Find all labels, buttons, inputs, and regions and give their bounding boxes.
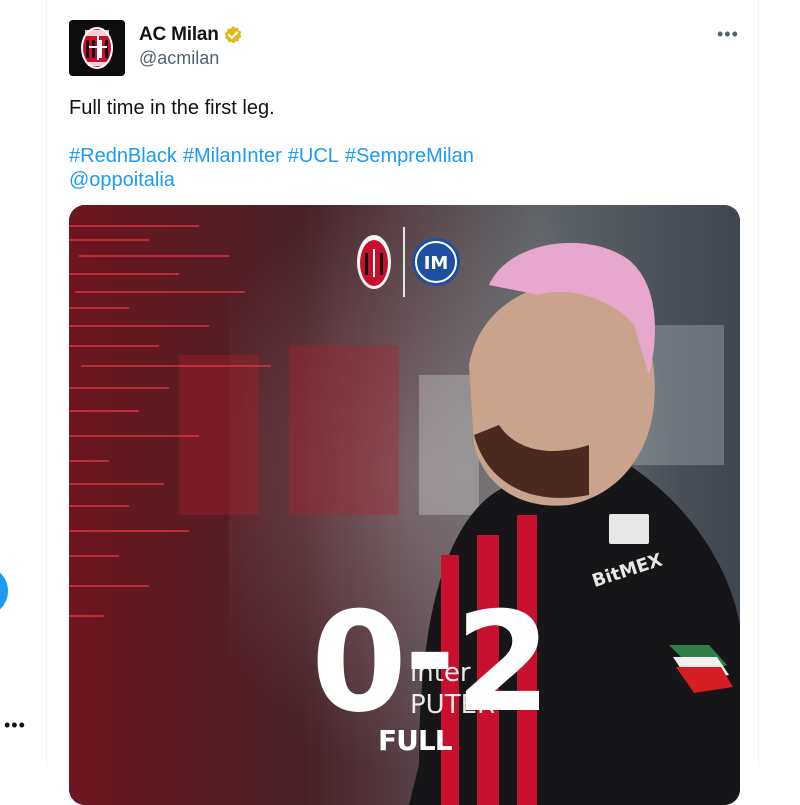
matchday-photo: IM 0 - 2 BitMEX inter PUTER [69, 205, 740, 805]
more-options-icon[interactable]: ••• [717, 24, 739, 45]
shirt-lettering: inter [410, 658, 471, 688]
ac-milan-crest-icon [357, 235, 391, 289]
tweet-text: Full time in the first leg. [69, 97, 275, 119]
hashtag-link[interactable]: #SempreMilan [345, 145, 474, 167]
tweet-media-image[interactable]: IM 0 - 2 BitMEX inter PUTER FULL [69, 205, 740, 805]
inter-crest-icon: IM [412, 238, 460, 286]
author-handle[interactable]: @acmilan [139, 48, 219, 69]
hashtag-link[interactable]: #UCL [288, 145, 339, 167]
hashtag-line: #RednBlack #MilanInter #UCL #SempreMilan [69, 144, 729, 168]
shirt-lettering: PUTER [410, 690, 495, 720]
avatar[interactable] [69, 20, 125, 76]
author-name-line[interactable]: AC Milan [139, 24, 243, 46]
sidebar-more-icon[interactable]: ••• [4, 716, 26, 734]
hashtag-link[interactable]: #MilanInter [183, 145, 282, 167]
ac-milan-crest-icon [69, 20, 125, 76]
home-score: 0 [311, 582, 407, 743]
full-time-caption: FULL [378, 724, 453, 757]
svg-text:IM: IM [424, 253, 449, 274]
hashtag-link[interactable]: #RednBlack [69, 145, 177, 167]
mention-link[interactable]: @oppoitalia [69, 168, 175, 192]
timeline-border-right [758, 0, 759, 766]
author-name[interactable]: AC Milan [139, 24, 219, 46]
compose-button[interactable] [0, 566, 8, 616]
verified-badge-icon [223, 25, 243, 45]
tweet[interactable]: AC Milan @acmilan ••• Full time in the f… [47, 0, 758, 805]
